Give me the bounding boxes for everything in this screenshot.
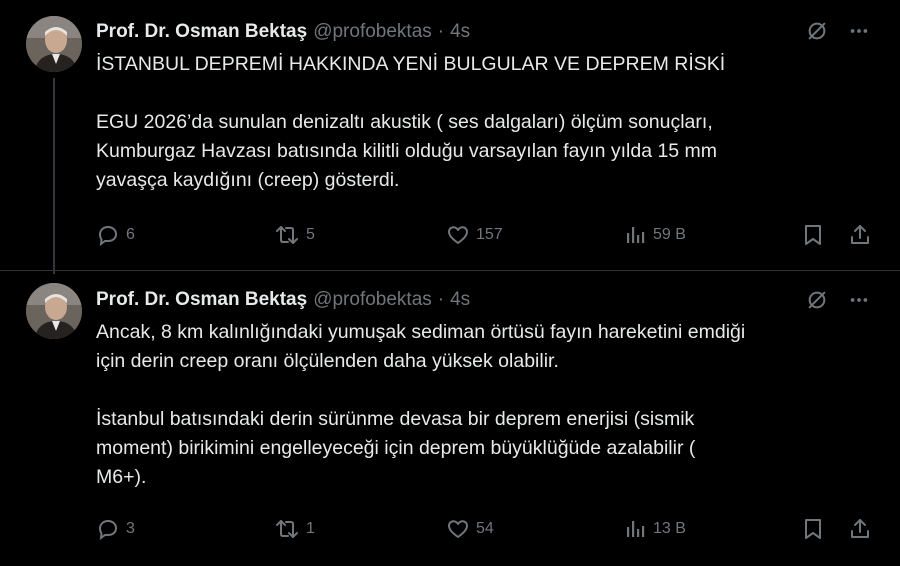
reply-button[interactable]: 3 xyxy=(96,514,135,544)
like-icon xyxy=(448,226,468,244)
tweet-line: Ancak, 8 km kalınlığındaki yumuşak sedim… xyxy=(96,321,746,343)
repost-icon xyxy=(276,226,298,244)
tweet-line: İSTANBUL DEPREMİ HAKKINDA YENİ BULGULAR … xyxy=(96,53,726,75)
tweet-line: yavaşça kaydığını (creep) gösterdi. xyxy=(96,169,400,191)
more-icon[interactable] xyxy=(848,289,870,311)
share-button[interactable] xyxy=(848,220,872,250)
thread-connector xyxy=(53,78,55,274)
reply-icon xyxy=(98,225,118,247)
share-icon xyxy=(851,225,869,244)
tweet[interactable]: Prof. Dr. Osman Bektaş @profobektas · 4s… xyxy=(0,0,900,274)
separator-dot: · xyxy=(437,289,445,310)
author-name[interactable]: Prof. Dr. Osman Bektaş xyxy=(96,21,307,43)
reply-button[interactable]: 6 xyxy=(96,220,135,250)
timestamp[interactable]: 4s xyxy=(450,21,470,43)
views-icon xyxy=(627,521,645,537)
tweet-line: moment) birikimini engelleyeceği için de… xyxy=(96,437,696,459)
views-button[interactable]: 59 B xyxy=(623,220,686,250)
repost-count: 5 xyxy=(306,226,315,243)
reply-count: 3 xyxy=(126,520,135,537)
author-name[interactable]: Prof. Dr. Osman Bektaş xyxy=(96,289,307,311)
like-count: 54 xyxy=(476,520,494,537)
bookmark-icon xyxy=(805,519,821,539)
share-icon xyxy=(851,519,869,538)
tweet-line: için derin creep oranı ölçülenden daha y… xyxy=(96,350,559,372)
views-icon xyxy=(627,227,645,243)
bookmark-icon xyxy=(805,225,821,245)
like-count: 157 xyxy=(476,226,503,243)
views-count: 59 B xyxy=(653,226,686,243)
header-actions xyxy=(806,289,870,311)
author-handle[interactable]: @profobektas xyxy=(313,289,432,311)
like-button[interactable]: 54 xyxy=(446,514,494,544)
tweet-line: EGU 2026’da sunulan denizaltı akustik ( … xyxy=(96,111,713,133)
repost-button[interactable]: 5 xyxy=(274,220,315,250)
tweet[interactable]: Prof. Dr. Osman Bektaş @profobektas · 4s… xyxy=(0,270,900,566)
tweet-header: Prof. Dr. Osman Bektaş @profobektas · 4s xyxy=(96,19,470,45)
repost-icon xyxy=(276,520,298,538)
reply-icon xyxy=(98,519,118,541)
avatar[interactable] xyxy=(26,283,82,339)
header-actions xyxy=(806,20,870,42)
bookmark-button[interactable] xyxy=(802,220,824,250)
author-handle[interactable]: @profobektas xyxy=(313,21,432,43)
more-icon[interactable] xyxy=(848,20,870,42)
tweet-text: Ancak, 8 km kalınlığındaki yumuşak sedim… xyxy=(96,318,870,492)
bookmark-button[interactable] xyxy=(802,514,824,544)
views-button[interactable]: 13 B xyxy=(623,514,686,544)
grok-icon[interactable] xyxy=(806,289,828,311)
tweet-text: İSTANBUL DEPREMİ HAKKINDA YENİ BULGULAR … xyxy=(96,50,870,195)
tweet-line: M6+). xyxy=(96,466,147,488)
grok-icon[interactable] xyxy=(806,20,828,42)
views-count: 13 B xyxy=(653,520,686,537)
action-bar: 6 5 157 59 B xyxy=(96,220,872,250)
tweet-line: İstanbul batısındaki derin sürünme devas… xyxy=(96,408,695,430)
tweet-line: Kumburgaz Havzası batısında kilitli oldu… xyxy=(96,140,718,162)
reply-count: 6 xyxy=(126,226,135,243)
like-button[interactable]: 157 xyxy=(446,220,503,250)
timestamp[interactable]: 4s xyxy=(450,289,470,311)
like-icon xyxy=(448,520,468,538)
separator-dot: · xyxy=(437,21,445,42)
share-button[interactable] xyxy=(848,514,872,544)
avatar[interactable] xyxy=(26,16,82,72)
repost-count: 1 xyxy=(306,520,315,537)
action-bar: 3 1 54 13 B xyxy=(96,514,872,544)
repost-button[interactable]: 1 xyxy=(274,514,315,544)
tweet-header: Prof. Dr. Osman Bektaş @profobektas · 4s xyxy=(96,287,470,313)
